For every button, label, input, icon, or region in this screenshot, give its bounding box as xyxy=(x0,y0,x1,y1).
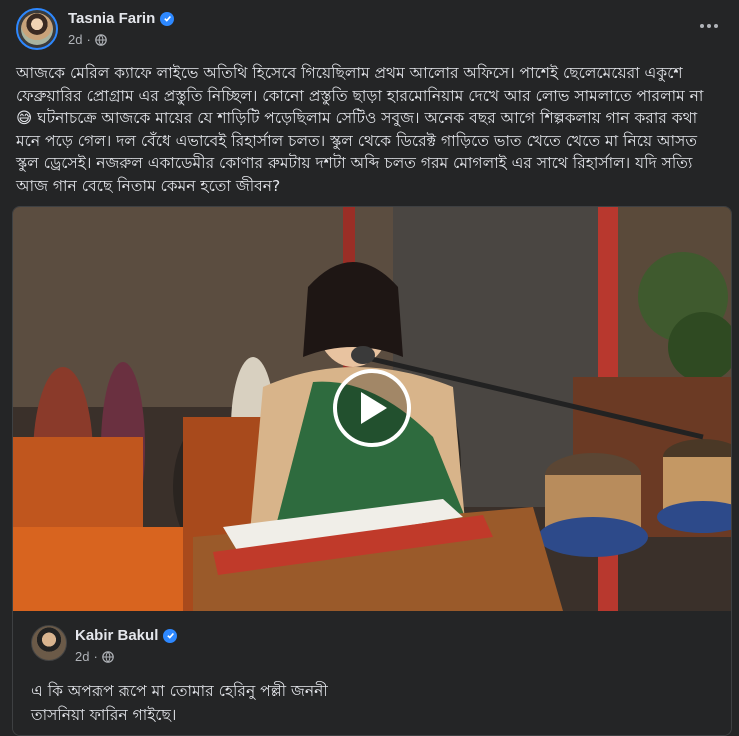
comment-line-2: তাসনিয়া ফারিন গাইছে। xyxy=(31,706,177,724)
globe-icon xyxy=(102,650,114,663)
author-name[interactable]: Tasnia Farin xyxy=(68,10,155,27)
meta-separator: · xyxy=(93,649,98,664)
globe-icon xyxy=(95,33,107,46)
comment-time[interactable]: 2d xyxy=(75,649,89,664)
media-card: Kabir Bakul 2d · এ কি অপরূপ রূপে মা তোমা… xyxy=(12,206,732,736)
meta-separator: · xyxy=(86,32,91,47)
commenter-avatar[interactable] xyxy=(31,625,67,661)
verified-badge-icon xyxy=(163,628,178,643)
more-options-icon[interactable] xyxy=(695,14,723,38)
post-time[interactable]: 2d xyxy=(68,32,82,47)
author-avatar[interactable] xyxy=(16,8,58,50)
comment: Kabir Bakul 2d · এ কি অপরূপ রূপে মা তোমা… xyxy=(13,611,731,735)
video-player[interactable] xyxy=(13,207,731,611)
comment-text: এ কি অপরূপ রূপে মা তোমার হেরিনু পল্লী জন… xyxy=(31,679,328,727)
comment-meta: 2d · xyxy=(75,649,114,664)
commenter-name-row: Kabir Bakul xyxy=(75,627,178,644)
play-button[interactable] xyxy=(333,369,411,447)
post-text: আজকে মেরিল ক্যাফে লাইভে অতিথি হিসেবে গিয… xyxy=(16,64,704,195)
post-meta: 2d · xyxy=(68,32,107,47)
play-icon xyxy=(361,392,387,424)
author-name-row: Tasnia Farin xyxy=(68,10,175,27)
comment-line-1: এ কি অপরূপ রূপে মা তোমার হেরিনু পল্লী জন… xyxy=(31,682,328,700)
post-header: Tasnia Farin 2d · xyxy=(16,8,723,52)
commenter-name[interactable]: Kabir Bakul xyxy=(75,627,158,644)
verified-badge-icon xyxy=(160,11,175,26)
